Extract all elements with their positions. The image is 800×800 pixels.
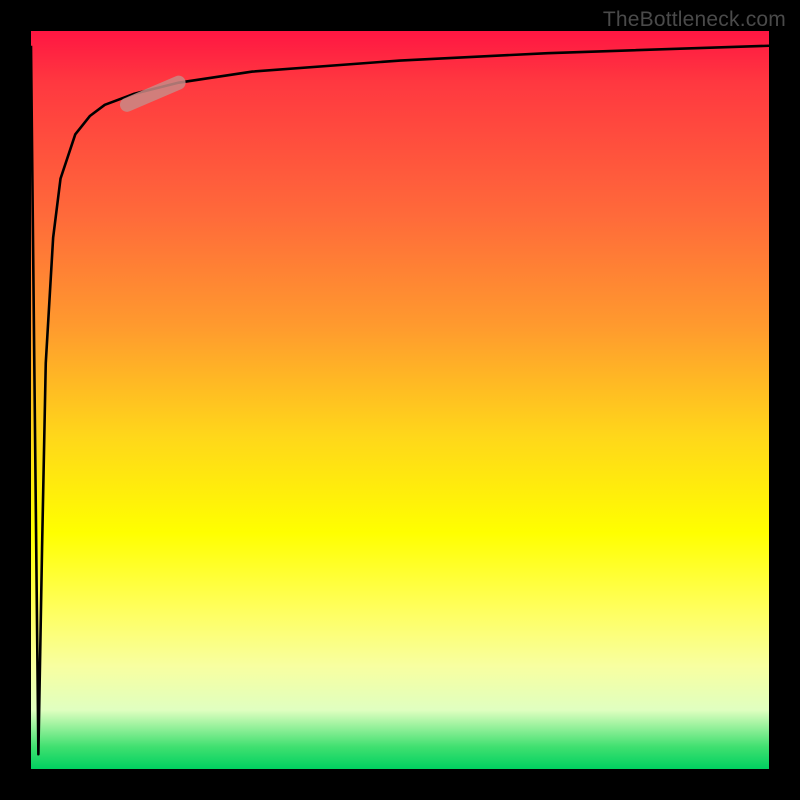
bottleneck-chart: TheBottleneck.com — [0, 0, 800, 800]
plot-background-gradient — [31, 31, 769, 769]
watermark-text: TheBottleneck.com — [603, 8, 786, 32]
